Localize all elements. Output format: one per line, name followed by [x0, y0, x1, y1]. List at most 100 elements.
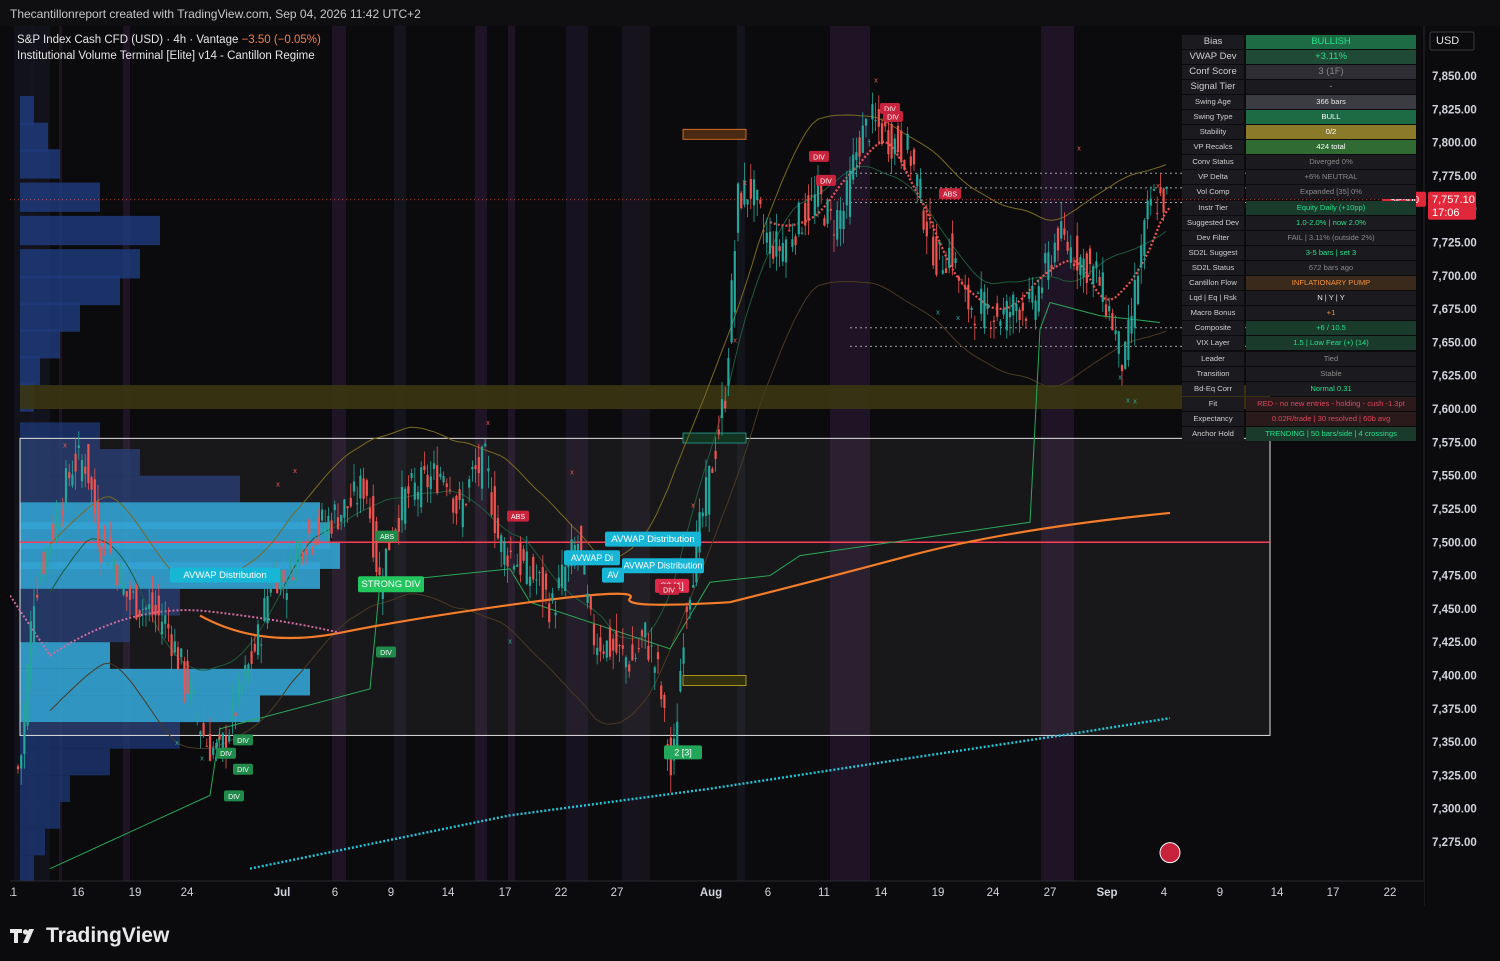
x-marker: x [1077, 144, 1081, 153]
candle-body [1127, 319, 1130, 360]
candle-body [397, 517, 400, 532]
price-label: 7,600.00 [1432, 404, 1477, 416]
candle-body [602, 651, 605, 654]
candle-body [752, 179, 756, 206]
candle-body [356, 503, 359, 505]
candle-body [759, 199, 762, 204]
table-label: Instr Tier [1182, 200, 1244, 215]
table-row: Conf Score 3 (1F) [1182, 64, 1416, 79]
time-label: 22 [555, 887, 568, 899]
candle-body [135, 584, 138, 620]
candle-body [410, 473, 413, 478]
candle-body [429, 476, 432, 490]
candle-body [1088, 248, 1092, 265]
candle-body [90, 477, 93, 490]
candle-body [58, 522, 61, 529]
price-label: 7,400.00 [1432, 670, 1477, 682]
candle-body [720, 399, 724, 418]
abs-label-text: ABS [380, 534, 394, 541]
candle-body [1085, 253, 1088, 283]
candle-body [308, 519, 311, 534]
price-label: 7,725.00 [1432, 238, 1477, 250]
div-label-text: DIV [820, 178, 832, 185]
x-marker: x [293, 466, 297, 475]
candle-body [618, 645, 621, 647]
candle-body [1156, 212, 1159, 214]
tradingview-logo[interactable]: TradingView [10, 924, 169, 948]
countdown-label: 17:06 [1432, 207, 1460, 219]
candle-body [218, 734, 221, 740]
candle-body [1050, 264, 1053, 269]
table-value: 424 total [1246, 140, 1416, 155]
time-label: 19 [129, 887, 142, 899]
candle-body [36, 594, 39, 598]
candle-body [173, 641, 176, 653]
candle-body [813, 194, 816, 216]
candle-body [487, 468, 490, 472]
table-row: Leader Tied [1182, 351, 1416, 366]
div-label-text: DIV [887, 114, 899, 121]
candle-body [912, 149, 916, 165]
price-label: 7,500.00 [1432, 537, 1477, 549]
candle-body [26, 663, 29, 726]
table-label: Suggested Dev [1182, 215, 1244, 230]
candle-body [784, 239, 788, 263]
table-row: Lqd | Eq | Rsk N | Y | Y [1182, 291, 1416, 306]
table-label: Conv Status [1182, 155, 1244, 170]
candle-body [740, 192, 743, 209]
volume-profile-bar [20, 149, 60, 179]
candle-body [52, 523, 55, 540]
candle-body [516, 564, 519, 567]
candle-body [858, 137, 861, 157]
candle-body [644, 622, 647, 638]
candle-body [1079, 257, 1082, 275]
candle-body [1092, 265, 1095, 285]
candle-body [599, 637, 602, 652]
candle-body [192, 689, 196, 694]
candle-body [250, 651, 253, 664]
candle-body [122, 582, 125, 595]
candle-body [1133, 280, 1136, 328]
footer: TradingView [0, 906, 1500, 961]
candle-body [324, 524, 327, 536]
x-marker: x [1126, 395, 1130, 404]
candle-body [1143, 220, 1146, 256]
candle-body [1076, 235, 1079, 271]
div-label-text: DIV [220, 751, 232, 758]
table-row: Cantillon Flow INFLATIONARY PUMP [1182, 276, 1416, 291]
candle-body [1005, 301, 1008, 331]
x-marker: x [874, 76, 878, 85]
candle-body [455, 495, 458, 514]
us-flag-icon[interactable] [1159, 842, 1181, 864]
candle-body [247, 664, 250, 683]
candle-body [679, 671, 682, 692]
price-label: 7,275.00 [1432, 837, 1477, 849]
candle-body [804, 202, 807, 226]
candle-body [464, 504, 468, 506]
x-marker: x [63, 441, 67, 450]
candle-body [132, 591, 135, 593]
candle-body [957, 276, 960, 281]
candle-body [500, 535, 503, 553]
table-value: +3.11% [1246, 49, 1416, 64]
candle-body [637, 647, 640, 650]
range-box [19, 437, 1271, 736]
candle-body [1031, 286, 1034, 303]
candle-body [1098, 276, 1101, 286]
symbol-title[interactable]: S&P Index Cash CFD (USD) · 4h · Vantage [17, 34, 238, 46]
candle-body [583, 563, 586, 575]
candle-body [282, 569, 285, 583]
candle-body [634, 657, 637, 659]
candle-body [938, 241, 941, 245]
indicator-title[interactable]: Institutional Volume Terminal [Elite] v1… [17, 48, 321, 64]
candle-body [711, 468, 714, 473]
candle-body [314, 539, 317, 546]
candle-body [541, 567, 544, 600]
candle-body [359, 475, 362, 499]
candle-body [263, 597, 266, 622]
candle-body [650, 645, 653, 647]
candle-body [605, 640, 608, 658]
candle-body [423, 465, 426, 471]
abs-label-text: ABS [511, 514, 525, 521]
candle-body [682, 647, 685, 664]
